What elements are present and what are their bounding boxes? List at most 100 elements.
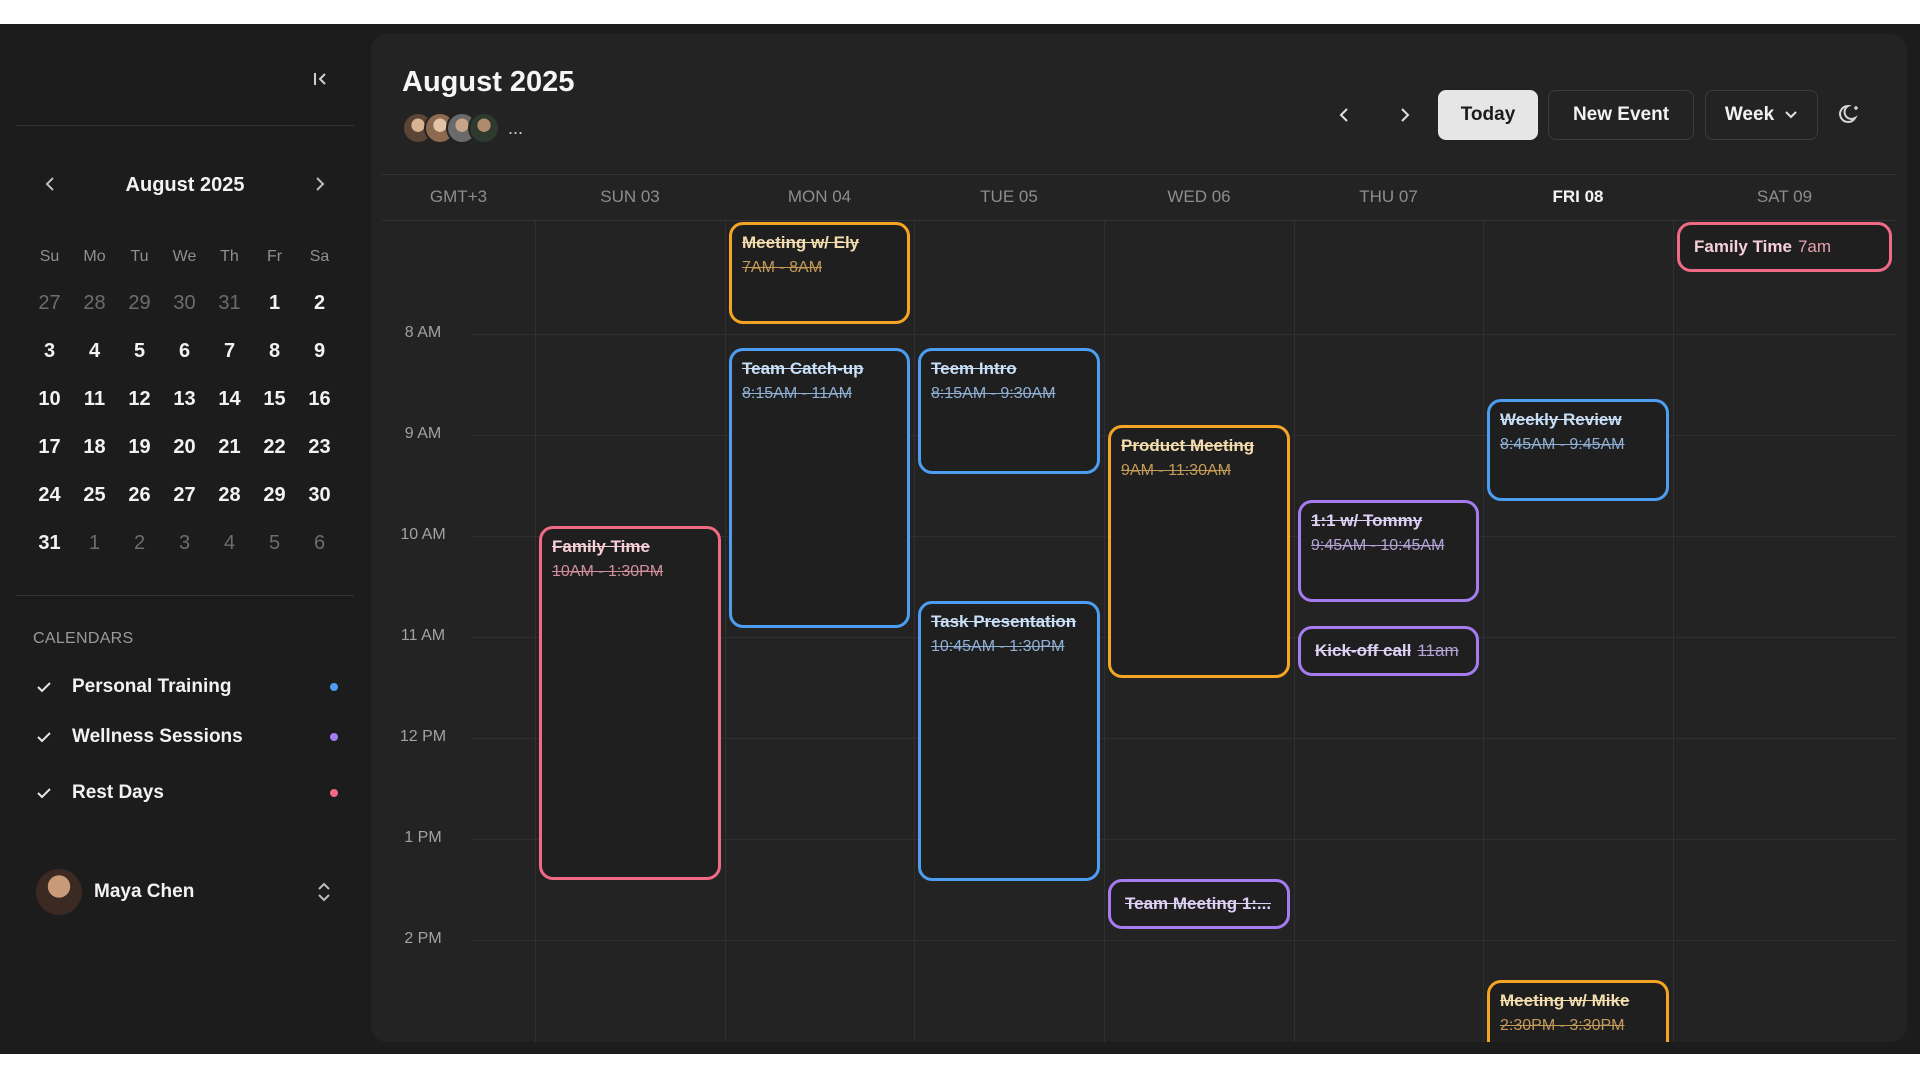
mini-calendar-day[interactable]: 31 bbox=[207, 279, 252, 327]
day-number: 31 bbox=[38, 531, 61, 554]
collapse-sidebar-button[interactable] bbox=[306, 64, 336, 94]
day-header[interactable]: MON 04 bbox=[725, 174, 914, 220]
calendar-event[interactable]: Kick-off call 11am bbox=[1298, 626, 1479, 676]
day-number: 9 bbox=[313, 339, 326, 362]
calendar-event[interactable]: Family Time 7am bbox=[1677, 222, 1892, 272]
calendar-event[interactable]: Teem Intro 8:15AM - 9:30AM bbox=[918, 348, 1100, 474]
mini-calendar-day[interactable]: 15 bbox=[252, 375, 297, 423]
mini-calendar-day[interactable]: 19 bbox=[117, 423, 162, 471]
mini-calendar-day[interactable]: 10 bbox=[27, 375, 72, 423]
calendar-event[interactable]: Team Catch-up 8:15AM - 11AM bbox=[729, 348, 910, 628]
mini-calendar-day[interactable]: 3 bbox=[162, 519, 207, 567]
calendar-item[interactable]: Wellness Sessions bbox=[32, 721, 338, 753]
timezone-label: GMT+3 bbox=[429, 187, 488, 206]
week-view-panel: August 2025 ... Today New Event Week GMT… bbox=[371, 34, 1907, 1042]
mini-calendar-day[interactable]: 23 bbox=[297, 423, 342, 471]
mini-calendar-day[interactable]: 21 bbox=[207, 423, 252, 471]
weekday-label: We bbox=[172, 248, 197, 265]
mini-calendar-day[interactable]: 2 bbox=[117, 519, 162, 567]
day-header[interactable]: SAT 09 bbox=[1673, 174, 1896, 220]
calendar-event[interactable]: Meeting w/ Mike 2:30PM - 3:30PM bbox=[1487, 980, 1669, 1042]
mini-calendar-day[interactable]: 1 bbox=[252, 279, 297, 327]
event-title: Task Presentation bbox=[931, 612, 1077, 631]
chevron-right-icon bbox=[1401, 108, 1410, 122]
calendar-color-dot bbox=[330, 683, 338, 691]
day-number: 2 bbox=[313, 291, 326, 314]
mini-calendar-day[interactable]: 24 bbox=[27, 471, 72, 519]
theme-toggle-button[interactable] bbox=[1832, 97, 1868, 133]
day-header[interactable]: SUN 03 bbox=[535, 174, 725, 220]
mini-calendar-day[interactable]: 18 bbox=[72, 423, 117, 471]
calendar-event[interactable]: Task Presentation 10:45AM - 1:30PM bbox=[918, 601, 1100, 881]
mini-calendar-day[interactable]: 4 bbox=[207, 519, 252, 567]
prev-week-button[interactable] bbox=[1324, 95, 1364, 135]
day-header[interactable]: WED 06 bbox=[1104, 174, 1294, 220]
user-switcher[interactable]: Maya Chen bbox=[36, 868, 336, 916]
day-number: 4 bbox=[223, 531, 236, 554]
next-week-button[interactable] bbox=[1385, 95, 1425, 135]
mini-calendar-day[interactable]: 28 bbox=[72, 279, 117, 327]
day-header[interactable]: TUE 05 bbox=[914, 174, 1104, 220]
mini-calendar-day[interactable]: 25 bbox=[72, 471, 117, 519]
weekday-label: Su bbox=[39, 248, 60, 265]
calendar-event[interactable]: Meeting w/ Ely 7AM - 8AM bbox=[729, 222, 910, 324]
day-number: 6 bbox=[313, 531, 326, 554]
calendar-event[interactable]: Family Time 10AM - 1:30PM bbox=[539, 526, 721, 880]
event-title: Family Time bbox=[552, 537, 650, 556]
day-number: 30 bbox=[308, 483, 331, 506]
day-number: 16 bbox=[308, 387, 331, 410]
check-icon bbox=[32, 725, 56, 749]
mini-calendar-day[interactable]: 3 bbox=[27, 327, 72, 375]
event-time: 8:45AM - 9:45AM bbox=[1500, 436, 1625, 453]
day-number: 15 bbox=[263, 387, 286, 410]
mini-calendar-day[interactable]: 27 bbox=[162, 471, 207, 519]
mini-calendar-day[interactable]: 14 bbox=[207, 375, 252, 423]
mini-calendar-day[interactable]: 4 bbox=[72, 327, 117, 375]
mini-next-month-button[interactable] bbox=[308, 172, 332, 196]
day-number: 29 bbox=[128, 291, 151, 314]
mini-calendar-day[interactable]: 31 bbox=[27, 519, 72, 567]
weekday-label: Fr bbox=[266, 248, 283, 265]
app-window: August 2025 Su Mo Tu We Th Fr Sa 27 28 29 30 31 1 2 3… bbox=[0, 24, 1920, 1054]
mini-calendar-day[interactable]: 9 bbox=[297, 327, 342, 375]
mini-calendar-day[interactable]: 20 bbox=[162, 423, 207, 471]
mini-calendar-day[interactable]: 30 bbox=[162, 279, 207, 327]
event-time: 2:30PM - 3:30PM bbox=[1500, 1017, 1625, 1034]
mini-calendar-days: 27 28 29 30 31 1 2 3 4 5 6 7 8 9 10 11 12 13 14 15 16 17 18 19 2… bbox=[27, 279, 343, 567]
day-header[interactable]: THU 07 bbox=[1294, 174, 1483, 220]
calendar-event[interactable]: Product Meeting 9AM - 11:30AM bbox=[1108, 425, 1290, 678]
new-event-button[interactable]: New Event bbox=[1548, 90, 1694, 140]
mini-calendar-day[interactable]: 7 bbox=[207, 327, 252, 375]
event-title: Family Time bbox=[1694, 237, 1792, 256]
mini-calendar-day[interactable]: 5 bbox=[117, 327, 162, 375]
mini-calendar-day[interactable]: 28 bbox=[207, 471, 252, 519]
calendar-item[interactable]: Personal Training bbox=[32, 671, 338, 703]
calendar-event[interactable]: 1:1 w/ Tommy 9:45AM - 10:45AM bbox=[1298, 500, 1479, 602]
calendar-name: Wellness Sessions bbox=[72, 726, 243, 747]
day-number: 23 bbox=[308, 435, 331, 458]
mini-calendar-day[interactable]: 13 bbox=[162, 375, 207, 423]
mini-calendar-day[interactable]: 29 bbox=[117, 279, 162, 327]
mini-calendar-day[interactable]: 11 bbox=[72, 375, 117, 423]
mini-calendar-day[interactable]: 29 bbox=[252, 471, 297, 519]
mini-calendar-today[interactable]: 8 bbox=[252, 327, 297, 375]
mini-calendar-day[interactable]: 16 bbox=[297, 375, 342, 423]
mini-calendar-day[interactable]: 30 bbox=[297, 471, 342, 519]
mini-calendar-day[interactable]: 12 bbox=[117, 375, 162, 423]
mini-calendar-day[interactable]: 22 bbox=[252, 423, 297, 471]
attendee-avatars[interactable]: ... bbox=[402, 111, 523, 145]
view-select[interactable]: Week bbox=[1705, 90, 1818, 140]
today-button[interactable]: Today bbox=[1438, 90, 1538, 140]
mini-calendar-day[interactable]: 26 bbox=[117, 471, 162, 519]
calendar-event[interactable]: Weekly Review 8:45AM - 9:45AM bbox=[1487, 399, 1669, 501]
mini-calendar-day[interactable]: 6 bbox=[297, 519, 342, 567]
mini-calendar-day[interactable]: 17 bbox=[27, 423, 72, 471]
calendar-event[interactable]: Team Meeting 1:... bbox=[1108, 879, 1290, 929]
calendar-item[interactable]: Rest Days bbox=[32, 777, 338, 809]
day-header[interactable]: FRI 08 bbox=[1483, 174, 1673, 220]
mini-calendar-day[interactable]: 2 bbox=[297, 279, 342, 327]
mini-calendar-day[interactable]: 5 bbox=[252, 519, 297, 567]
mini-calendar-day[interactable]: 1 bbox=[72, 519, 117, 567]
mini-calendar-day[interactable]: 6 bbox=[162, 327, 207, 375]
mini-calendar-day[interactable]: 27 bbox=[27, 279, 72, 327]
